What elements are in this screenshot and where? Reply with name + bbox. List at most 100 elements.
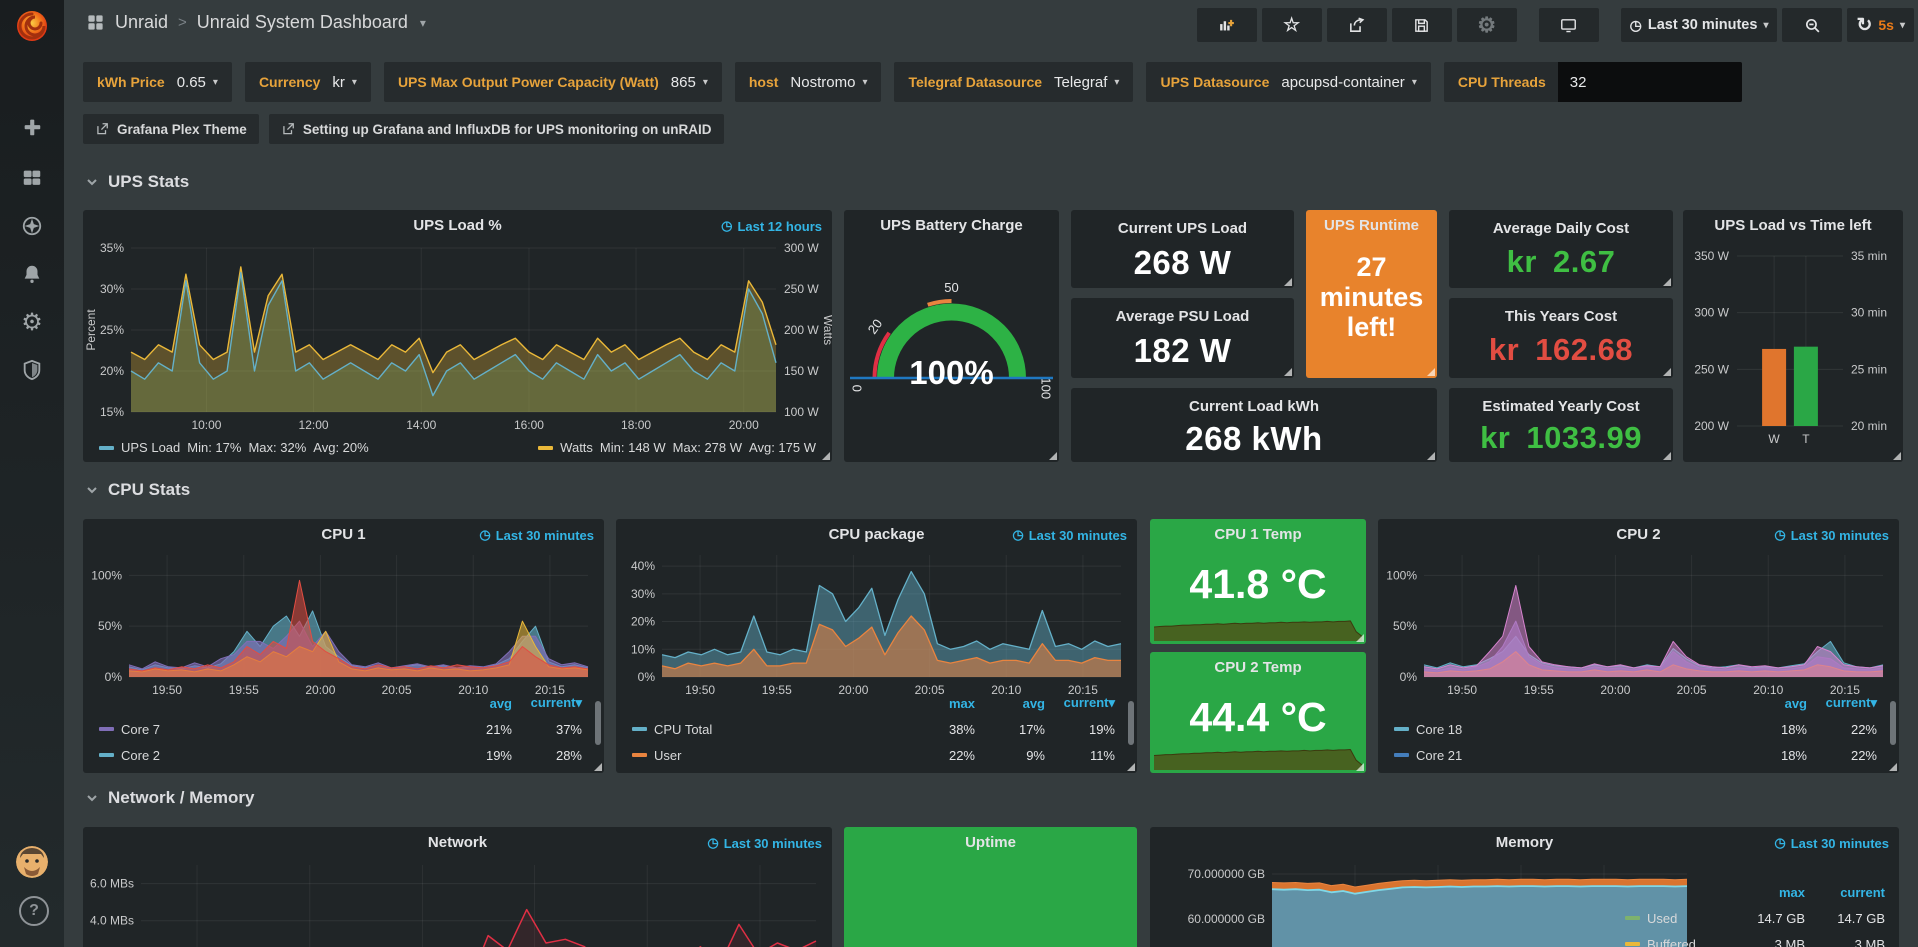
legend-row: User22%9%11% (632, 742, 1125, 768)
svg-text:20%: 20% (100, 364, 124, 378)
help-icon[interactable]: ? (19, 896, 49, 926)
legend-swatch (99, 446, 114, 450)
breadcrumb-current[interactable]: Unraid System Dashboard (197, 12, 408, 33)
panel-title[interactable]: Estimated Yearly Cost (1449, 398, 1673, 415)
alerting-bell-icon[interactable] (20, 262, 44, 286)
panel-ups-load: UPS Load % ◷Last 12 hours 35%30%25%20%15… (83, 210, 832, 462)
user-avatar[interactable] (16, 846, 48, 878)
panel-title[interactable]: This Years Cost (1449, 308, 1673, 325)
chart-legend-table: maxcurrent Used14.7 GB14.7 GB Buffered3 … (1625, 879, 1885, 947)
panel-title[interactable]: UPS Runtime (1306, 217, 1437, 234)
variable-cpu-threads: CPU Threads (1444, 62, 1742, 102)
variable-value-dropdown[interactable]: apcupsd-container▾ (1281, 74, 1416, 91)
cycle-view-button[interactable] (1539, 8, 1599, 42)
dashboard-settings-button[interactable]: ⚙ (1457, 8, 1517, 42)
svg-text:10:00: 10:00 (191, 418, 221, 432)
breadcrumb-caret-icon[interactable]: ▾ (420, 16, 426, 30)
svg-text:250 W: 250 W (784, 282, 819, 296)
svg-text:0%: 0% (1400, 670, 1418, 684)
time-range-caret-icon: ▾ (1763, 20, 1768, 31)
variable-telegraf-datasource: Telegraf Datasource Telegraf▾ (894, 62, 1133, 102)
section-network-memory[interactable]: Network / Memory (86, 788, 254, 808)
svg-text:30%: 30% (100, 282, 124, 296)
legend-scrollbar[interactable] (595, 701, 601, 745)
cpu1-temp-sparkline (1154, 611, 1362, 641)
variable-value-dropdown[interactable]: 0.65▾ (177, 74, 218, 91)
panel-cpu-package: CPU package ◷Last 30 minutes 40%30%20%10… (616, 519, 1137, 773)
variable-value-dropdown[interactable]: Telegraf▾ (1054, 74, 1119, 91)
panel-title[interactable]: UPS Battery Charge (844, 217, 1059, 234)
variable-ups-max-power: UPS Max Output Power Capacity (Watt) 865… (384, 62, 722, 102)
time-range-picker[interactable]: ◷ Last 30 minutes ▾ (1621, 8, 1778, 42)
panel-title[interactable]: Uptime (844, 834, 1137, 851)
stat-value: kr162.68 (1449, 332, 1673, 368)
svg-text:50%: 50% (1393, 619, 1417, 633)
legend-row: Used14.7 GB14.7 GB (1625, 905, 1885, 931)
panel-cpu-1: CPU 1 ◷Last 30 minutes 100%50%0%19:5019:… (83, 519, 604, 773)
clock-icon: ◷ (721, 218, 732, 234)
legend-row: Core 1818%22% (1394, 716, 1887, 742)
dashboards-icon[interactable] (20, 166, 44, 190)
star-dashboard-button[interactable]: ☆ (1262, 8, 1322, 42)
zoom-out-button[interactable] (1782, 8, 1842, 42)
panel-title[interactable]: Average Daily Cost (1449, 220, 1673, 237)
server-admin-shield-icon[interactable] (20, 358, 44, 382)
save-dashboard-button[interactable] (1392, 8, 1452, 42)
panel-time-override: ◷Last 30 minutes (1774, 835, 1889, 851)
legend-scrollbar[interactable] (1890, 701, 1896, 745)
chevron-down-icon (86, 176, 98, 188)
svg-text:Percent: Percent (84, 309, 98, 351)
configuration-gear-icon[interactable]: ⚙ (20, 310, 44, 334)
svg-text:150 W: 150 W (784, 364, 819, 378)
clock-icon: ◷ (1774, 835, 1785, 851)
legend-series-name[interactable]: UPS Load (121, 440, 180, 455)
refresh-button[interactable]: ↻ 5s ▾ (1847, 8, 1914, 42)
dashboard-link[interactable]: Setting up Grafana and InfluxDB for UPS … (269, 114, 724, 144)
explore-compass-icon[interactable] (20, 214, 44, 238)
svg-text:0%: 0% (638, 670, 656, 684)
panel-title[interactable]: CPU 1 Temp (1150, 526, 1366, 543)
legend-series-name[interactable]: Watts (560, 440, 593, 455)
variable-value-dropdown[interactable]: kr▾ (332, 74, 357, 91)
panel-title[interactable]: Current UPS Load (1071, 220, 1294, 237)
chart-legend-table: avgcurrent▾ Core 721%37% Core 219%28% (99, 690, 592, 768)
section-cpu-stats[interactable]: CPU Stats (86, 480, 190, 500)
panel-title[interactable]: Current Load kWh (1071, 398, 1437, 415)
create-plus-icon[interactable] (20, 115, 44, 139)
svg-text:40%: 40% (631, 559, 655, 573)
variable-value-dropdown[interactable]: 865▾ (671, 74, 708, 91)
svg-text:T: T (1802, 432, 1810, 446)
variable-label: UPS Max Output Power Capacity (Watt) (398, 74, 659, 90)
panel-ups-runtime: UPS Runtime 27 minutes left! (1306, 210, 1437, 378)
chart-legend-table: avgcurrent▾ Core 1818%22% Core 2118%22% (1394, 690, 1887, 768)
legend-row: Core 2118%22% (1394, 742, 1887, 768)
add-panel-button[interactable] (1197, 8, 1257, 42)
panel-title[interactable]: UPS Load vs Time left (1683, 217, 1903, 234)
svg-text:250 W: 250 W (1694, 362, 1729, 376)
legend-scrollbar[interactable] (1128, 701, 1134, 745)
breadcrumb-root[interactable]: Unraid (115, 12, 168, 33)
gear-icon: ⚙ (1477, 13, 1496, 38)
variable-label: kWh Price (97, 74, 165, 90)
share-dashboard-button[interactable] (1327, 8, 1387, 42)
variable-ups-datasource: UPS Datasource apcupsd-container▾ (1146, 62, 1430, 102)
panel-ups-load-vs-time-left: UPS Load vs Time left 350 W35 min300 W30… (1683, 210, 1903, 462)
refresh-interval-label[interactable]: 5s (1878, 17, 1894, 33)
dashboard-link[interactable]: Grafana Plex Theme (83, 114, 259, 144)
variable-value-dropdown[interactable]: Nostromo▾ (790, 74, 867, 91)
time-range-label: Last 30 minutes (1648, 17, 1758, 33)
panel-memory: Memory ◷Last 30 minutes 70.000000 GB60.0… (1150, 827, 1899, 947)
cpu-threads-input[interactable] (1558, 62, 1742, 102)
nav-actions: ☆ ⚙ ◷ Last 30 minutes ▾ ↻ 5s ▾ (1197, 8, 1914, 42)
panel-title[interactable]: Average PSU Load (1071, 308, 1294, 325)
section-ups-stats[interactable]: UPS Stats (86, 172, 189, 192)
panel-this-years-cost: This Years Cost kr162.68 (1449, 298, 1673, 378)
stat-value: 44.4 °C (1150, 694, 1366, 741)
legend-row: Core 721%37% (99, 716, 592, 742)
chevron-down-icon (86, 792, 98, 804)
panel-title[interactable]: UPS Load % (83, 217, 832, 234)
grafana-logo[interactable] (13, 7, 51, 45)
svg-text:25%: 25% (100, 323, 124, 337)
svg-text:60.000000 GB: 60.000000 GB (1188, 912, 1265, 926)
panel-title[interactable]: CPU 2 Temp (1150, 659, 1366, 676)
